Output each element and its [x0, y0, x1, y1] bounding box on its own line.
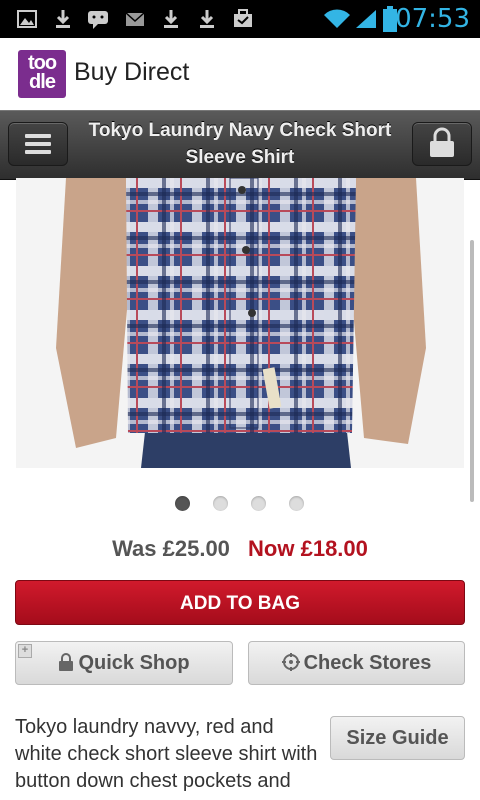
- app-title: Buy Direct: [74, 58, 190, 86]
- shopping-bag-button[interactable]: [412, 122, 472, 166]
- carousel-pagination: [174, 496, 314, 512]
- check-stores-label: Check Stores: [303, 652, 432, 674]
- email-icon: [125, 12, 145, 26]
- briefcase-icon: [234, 9, 252, 27]
- carousel-dot-3[interactable]: [251, 496, 266, 511]
- signal-icon: [356, 10, 376, 28]
- download-icon: [200, 10, 214, 28]
- lock-bag-icon: [430, 127, 454, 157]
- carousel-dot-2[interactable]: [213, 496, 228, 511]
- app-bar: too dle Buy Direct: [0, 38, 480, 110]
- add-to-bag-button[interactable]: ADD TO BAG: [15, 580, 465, 625]
- product-photo: [16, 178, 464, 468]
- status-bar: 07:53: [0, 0, 480, 38]
- size-guide-button[interactable]: Size Guide: [330, 716, 465, 760]
- now-price: Now £18.00: [248, 536, 368, 561]
- product-description: Tokyo laundry navvy, red and white check…: [15, 716, 318, 792]
- toodle-logo[interactable]: too dle: [18, 50, 66, 98]
- clock: 07:53: [395, 4, 470, 34]
- location-target-icon: [281, 653, 300, 671]
- carousel-dot-1[interactable]: [175, 496, 190, 511]
- carousel-dot-4[interactable]: [289, 496, 304, 511]
- image-icon: [17, 10, 37, 28]
- download-icon: [56, 10, 70, 28]
- plus-icon: +: [18, 644, 32, 658]
- logo-line-2: dle: [29, 71, 56, 93]
- wifi-icon: [324, 9, 350, 28]
- check-stores-button[interactable]: Check Stores: [248, 641, 465, 685]
- product-title: Tokyo Laundry Navy Check Short Sleeve Sh…: [88, 120, 392, 168]
- menu-button[interactable]: [8, 122, 68, 166]
- price-row: Was £25.00 Now £18.00: [0, 536, 480, 562]
- quick-shop-button[interactable]: + Quick Shop: [15, 641, 233, 685]
- scrollbar[interactable]: [470, 240, 474, 502]
- messenger-icon: [88, 11, 108, 29]
- product-header-bar: Tokyo Laundry Navy Check Short Sleeve Sh…: [0, 110, 480, 180]
- download-icon: [164, 10, 178, 28]
- quick-shop-label: Quick Shop: [78, 652, 190, 674]
- lock-icon: [59, 653, 74, 671]
- was-price: Was £25.00: [112, 536, 230, 561]
- menu-icon: [25, 134, 51, 138]
- product-image[interactable]: [16, 178, 464, 468]
